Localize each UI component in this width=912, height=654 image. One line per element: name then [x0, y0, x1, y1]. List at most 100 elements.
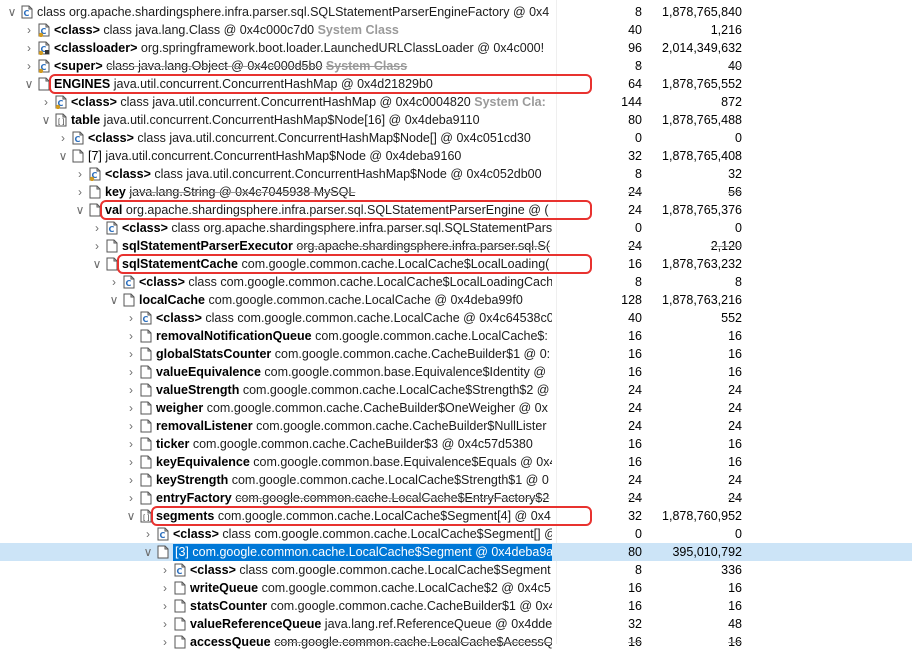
- expand-chevron-icon[interactable]: ›: [23, 21, 35, 39]
- tree-row[interactable]: ∨ val org.apache.shardingsphere.infra.par…: [0, 201, 912, 219]
- tree-row[interactable]: › C <class> class java.util.concurrent.Con…: [0, 129, 912, 147]
- tree-row[interactable]: › removalListener com.google.common.cache…: [0, 417, 912, 435]
- svg-text:C: C: [109, 225, 115, 234]
- class-object-icon: C: [123, 275, 135, 289]
- expand-chevron-icon[interactable]: ›: [125, 363, 137, 381]
- tree-row[interactable]: › valueEquivalence com.google.common.base…: [0, 363, 912, 381]
- expand-chevron-icon[interactable]: ›: [159, 561, 171, 579]
- expand-chevron-icon[interactable]: ›: [23, 57, 35, 75]
- object-label: sqlStatementParserExecutor org.apache.sh…: [122, 237, 552, 255]
- retained-heap-value: 0: [735, 131, 742, 145]
- field-name: weigher: [156, 401, 204, 415]
- tree-row[interactable]: ∨ sqlStatementCache com.google.common.cac…: [0, 255, 912, 273]
- class-object-icon: C: [157, 527, 169, 541]
- retained-heap-value: 1,878,760,952: [662, 509, 742, 523]
- expand-chevron-icon[interactable]: ›: [74, 165, 86, 183]
- expand-chevron-icon[interactable]: ›: [125, 489, 137, 507]
- tree-row[interactable]: › C <class> class java.util.concurrent.Con…: [0, 165, 912, 183]
- expand-chevron-icon[interactable]: ›: [91, 237, 103, 255]
- retained-heap-value: 2,120: [710, 239, 742, 253]
- tree-row[interactable]: › entryFactory com.google.common.cache.Lo…: [0, 489, 912, 507]
- tree-row[interactable]: › valueReferenceQueue java.lang.ref.Refer…: [0, 615, 912, 633]
- field-name: valueEquivalence: [156, 365, 261, 379]
- tree-row[interactable]: › C <classloader> org.springframework.boot…: [0, 39, 912, 57]
- tree-row[interactable]: ∨ ENGINES java.util.concurrent.Concurrent…: [0, 75, 912, 93]
- tree-row[interactable]: › accessQueue com.google.common.cache.Loc…: [0, 633, 912, 651]
- object-label: sqlStatementCache com.google.common.cach…: [122, 255, 552, 273]
- field-name: <class>: [190, 563, 236, 577]
- tree-row[interactable]: › sqlStatementParserExecutor org.apache.s…: [0, 237, 912, 255]
- collapse-chevron-icon[interactable]: ∨: [6, 3, 18, 21]
- tree-row[interactable]: › statsCounter com.google.common.cache.Ca…: [0, 597, 912, 615]
- tree-row[interactable]: › C <class> class com.google.common.cache.…: [0, 525, 912, 543]
- tree-row[interactable]: › C <class> class java.util.concurrent.Con…: [0, 93, 912, 111]
- object-type: java.lang.ref.ReferenceQueue @ 0x4dde: [324, 617, 552, 631]
- tree-row[interactable]: › C <class> class com.google.common.cache.…: [0, 561, 912, 579]
- collapse-chevron-icon[interactable]: ∨: [74, 201, 86, 219]
- tree-row[interactable]: › C <class> class org.apache.shardingspher…: [0, 219, 912, 237]
- collapse-chevron-icon[interactable]: ∨: [125, 507, 137, 525]
- tree-row[interactable]: › globalStatsCounter com.google.common.ca…: [0, 345, 912, 363]
- collapse-chevron-icon[interactable]: ∨: [23, 75, 35, 93]
- tree-row[interactable]: ∨ [] segments com.google.common.cache.Loca…: [0, 507, 912, 525]
- selection-highlight: [3] com.google.common.cache.LocalCache$S…: [173, 544, 552, 561]
- tree-row[interactable]: ∨ [3] com.google.common.cache.LocalCache$…: [0, 543, 912, 561]
- collapse-chevron-icon[interactable]: ∨: [57, 147, 69, 165]
- tree-row[interactable]: › writeQueue com.google.common.cache.Loca…: [0, 579, 912, 597]
- expand-chevron-icon[interactable]: ›: [125, 327, 137, 345]
- expand-chevron-icon[interactable]: ›: [125, 345, 137, 363]
- tree-row[interactable]: › C <super> class java.lang.Object @ 0x4c0…: [0, 57, 912, 75]
- collapse-chevron-icon[interactable]: ∨: [91, 255, 103, 273]
- tree-row[interactable]: › keyEquivalence com.google.common.base.E…: [0, 453, 912, 471]
- expand-chevron-icon[interactable]: ›: [108, 273, 120, 291]
- field-name: key: [105, 185, 126, 199]
- tree-row[interactable]: › ticker com.google.common.cache.CacheBui…: [0, 435, 912, 453]
- field-object-icon: [140, 473, 152, 487]
- expand-chevron-icon[interactable]: ›: [125, 381, 137, 399]
- retained-heap-value: 2,014,349,632: [662, 41, 742, 55]
- field-object-icon: [174, 635, 186, 649]
- tree-row[interactable]: ∨ [] table java.util.concurrent.Concurrent…: [0, 111, 912, 129]
- collapse-chevron-icon[interactable]: ∨: [108, 291, 120, 309]
- expand-chevron-icon[interactable]: ›: [159, 597, 171, 615]
- expand-chevron-icon[interactable]: ›: [159, 633, 171, 651]
- expand-chevron-icon[interactable]: ›: [57, 129, 69, 147]
- tree-row[interactable]: ∨ [7] java.util.concurrent.ConcurrentHash…: [0, 147, 912, 165]
- tree-row[interactable]: › keyStrength com.google.common.cache.Loc…: [0, 471, 912, 489]
- tree-row[interactable]: ∨ Cclass org.apache.shardingsphere.infra.…: [0, 3, 912, 21]
- object-type: com.google.common.cache.LocalCache$2 @ 0…: [261, 581, 551, 595]
- expand-chevron-icon[interactable]: ›: [125, 417, 137, 435]
- collapse-chevron-icon[interactable]: ∨: [142, 543, 154, 561]
- expand-chevron-icon[interactable]: ›: [23, 39, 35, 57]
- field-object-icon: [106, 239, 118, 253]
- tree-row[interactable]: ∨ localCache com.google.common.cache.Loca…: [0, 291, 912, 309]
- collapse-chevron-icon[interactable]: ∨: [40, 111, 52, 129]
- expand-chevron-icon[interactable]: ›: [125, 471, 137, 489]
- expand-chevron-icon[interactable]: ›: [142, 525, 154, 543]
- object-type: class java.util.concurrent.ConcurrentHas…: [154, 167, 542, 181]
- retained-heap-value: 0: [735, 527, 742, 541]
- expand-chevron-icon[interactable]: ›: [91, 219, 103, 237]
- expand-chevron-icon[interactable]: ›: [125, 309, 137, 327]
- field-name: segments: [156, 509, 215, 523]
- field-name: sqlStatementCache: [122, 257, 239, 271]
- class-object-icon: C: [174, 563, 186, 577]
- expand-chevron-icon[interactable]: ›: [159, 579, 171, 597]
- tree-row[interactable]: › weigher com.google.common.cache.CacheBu…: [0, 399, 912, 417]
- expand-chevron-icon[interactable]: ›: [125, 399, 137, 417]
- object-type: class com.google.common.cache.LocalCache…: [205, 311, 552, 325]
- tree-row[interactable]: › valueStrength com.google.common.cache.L…: [0, 381, 912, 399]
- tree-row[interactable]: › C <class> class java.lang.Class @ 0x4c00…: [0, 21, 912, 39]
- retained-heap-value: 16: [728, 437, 742, 451]
- tree-row[interactable]: › key java.lang.String @ 0x4c7045938 MySQ…: [0, 183, 912, 201]
- object-label: localCache com.google.common.cache.Local…: [139, 291, 552, 309]
- tree-row[interactable]: › C <class> class com.google.common.cache.…: [0, 273, 912, 291]
- expand-chevron-icon[interactable]: ›: [159, 615, 171, 633]
- expand-chevron-icon[interactable]: ›: [125, 435, 137, 453]
- expand-chevron-icon[interactable]: ›: [125, 453, 137, 471]
- object-type: com.google.common.cache.LocalCache$Stren…: [231, 473, 549, 487]
- tree-row[interactable]: › removalNotificationQueue com.google.com…: [0, 327, 912, 345]
- tree-row[interactable]: › C <class> class com.google.common.cache.…: [0, 309, 912, 327]
- expand-chevron-icon[interactable]: ›: [74, 183, 86, 201]
- expand-chevron-icon[interactable]: ›: [40, 93, 52, 111]
